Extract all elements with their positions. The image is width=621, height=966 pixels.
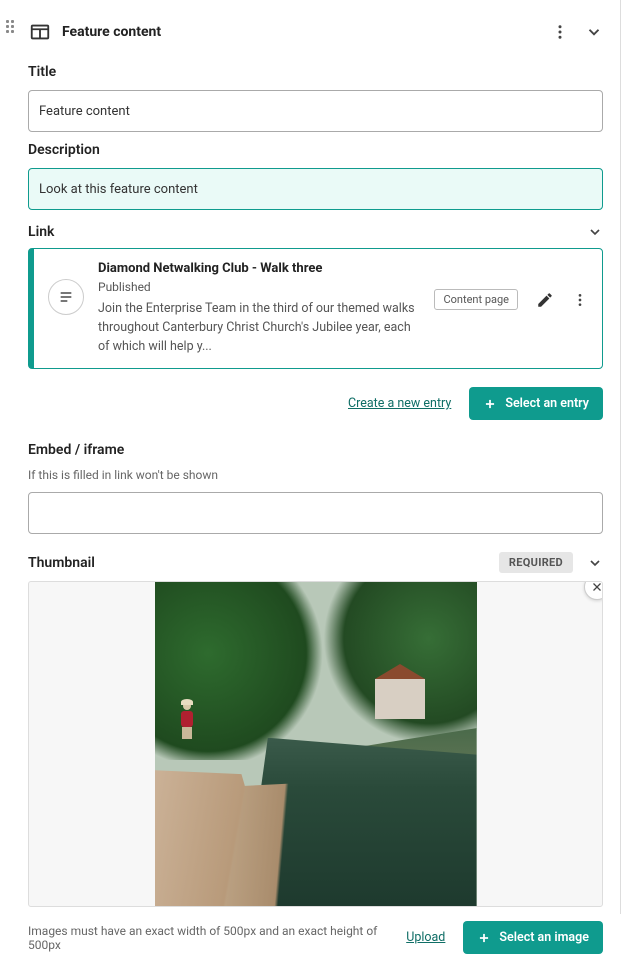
entry-description: Join the Enterprise Team in the third of… [98,300,418,356]
edit-entry-button[interactable] [536,291,554,309]
description-input[interactable] [28,168,603,210]
drag-handle[interactable] [6,20,16,36]
create-entry-link[interactable]: Create a new entry [348,396,451,411]
collapse-toggle[interactable] [585,23,603,41]
embed-label: Embed / iframe [28,442,603,458]
entry-title: Diamond Netwalking Club - Walk three [98,261,420,276]
block-title: Feature content [62,24,541,40]
title-label: Title [28,64,603,80]
link-collapse-toggle[interactable] [587,224,603,240]
thumbnail-preview [28,581,603,907]
entry-more-menu[interactable] [572,292,588,308]
select-entry-button[interactable]: Select an entry [469,387,603,420]
select-image-label: Select an image [499,930,589,945]
link-label: Link [28,224,54,240]
select-image-button[interactable]: Select an image [463,921,603,954]
linked-entry-card: Diamond Netwalking Club - Walk three Pub… [28,248,603,369]
thumbnail-image [155,582,477,906]
remove-thumbnail-button[interactable] [584,581,603,600]
thumbnail-collapse-toggle[interactable] [587,555,603,571]
entry-type-badge: Content page [434,289,518,310]
entry-type-icon [48,279,84,315]
description-label: Description [28,142,603,158]
feature-content-icon [28,20,52,44]
embed-help: If this is filled in link won't be shown [28,468,603,482]
embed-input[interactable] [28,492,603,534]
title-input[interactable] [28,90,603,132]
select-entry-label: Select an entry [505,396,589,411]
more-menu-button[interactable] [551,23,569,41]
upload-link[interactable]: Upload [406,930,445,945]
required-badge: REQUIRED [499,552,573,573]
thumbnail-label: Thumbnail [28,555,95,571]
entry-status: Published [98,280,420,294]
thumbnail-help: Images must have an exact width of 500px… [28,924,388,952]
